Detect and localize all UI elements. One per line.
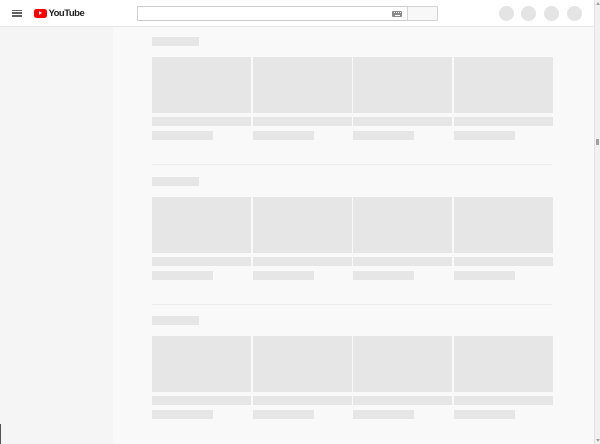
youtube-page: YouTube — [0, 0, 600, 444]
video-thumbnail-placeholder — [152, 57, 251, 113]
shelf-divider — [152, 304, 552, 305]
video-meta-placeholder — [454, 131, 515, 140]
scroll-down-arrow-icon[interactable] — [595, 439, 600, 442]
video-meta-placeholder — [353, 410, 414, 419]
youtube-play-icon — [34, 9, 47, 18]
video-title-placeholder — [152, 257, 251, 266]
shelf-title-placeholder — [152, 316, 199, 325]
video-title-placeholder — [152, 396, 251, 405]
video-thumbnail-placeholder — [454, 197, 553, 253]
video-thumbnail-placeholder — [454, 57, 553, 113]
video-thumbnail-placeholder — [353, 336, 452, 392]
shelf-divider — [152, 164, 552, 165]
scroll-up-arrow-icon[interactable] — [595, 2, 600, 5]
video-title-placeholder — [253, 257, 352, 266]
messages-icon[interactable] — [521, 6, 536, 21]
search-input[interactable] — [137, 6, 407, 21]
scrollbar[interactable] — [594, 0, 600, 444]
logo-text: YouTube — [48, 8, 85, 19]
youtube-logo[interactable]: YouTube — [34, 7, 85, 20]
video-thumbnail-placeholder — [454, 336, 553, 392]
search-button[interactable] — [407, 6, 438, 21]
video-meta-placeholder — [152, 271, 213, 280]
video-title-placeholder — [353, 117, 452, 126]
scrollbar-thumb[interactable] — [596, 139, 599, 145]
video-thumbnail-placeholder — [353, 197, 452, 253]
video-meta-placeholder — [454, 271, 515, 280]
video-meta-placeholder — [253, 410, 314, 419]
video-meta-placeholder — [454, 410, 515, 419]
keyboard-icon[interactable] — [392, 11, 402, 17]
video-title-placeholder — [353, 257, 452, 266]
shelf-title-placeholder — [152, 177, 199, 186]
masthead: YouTube — [0, 0, 594, 27]
video-title-placeholder — [353, 396, 452, 405]
video-meta-placeholder — [253, 131, 314, 140]
notifications-icon[interactable] — [544, 6, 559, 21]
video-title-placeholder — [152, 117, 251, 126]
video-title-placeholder — [454, 396, 553, 405]
video-meta-placeholder — [152, 131, 213, 140]
avatar[interactable] — [567, 6, 582, 21]
shelf-title-placeholder — [152, 37, 199, 46]
apps-icon[interactable] — [499, 6, 514, 21]
video-title-placeholder — [454, 117, 553, 126]
video-thumbnail-placeholder — [253, 197, 352, 253]
video-thumbnail-placeholder — [253, 336, 352, 392]
video-meta-placeholder — [152, 410, 213, 419]
video-meta-placeholder — [353, 271, 414, 280]
video-meta-placeholder — [253, 271, 314, 280]
video-meta-placeholder — [353, 131, 414, 140]
window-edge — [0, 424, 1, 444]
hamburger-menu-icon[interactable] — [11, 8, 23, 19]
video-title-placeholder — [253, 117, 352, 126]
guide-sidebar — [0, 27, 113, 444]
video-thumbnail-placeholder — [353, 57, 452, 113]
video-thumbnail-placeholder — [152, 336, 251, 392]
video-title-placeholder — [253, 396, 352, 405]
video-thumbnail-placeholder — [152, 197, 251, 253]
video-title-placeholder — [454, 257, 553, 266]
video-thumbnail-placeholder — [253, 57, 352, 113]
